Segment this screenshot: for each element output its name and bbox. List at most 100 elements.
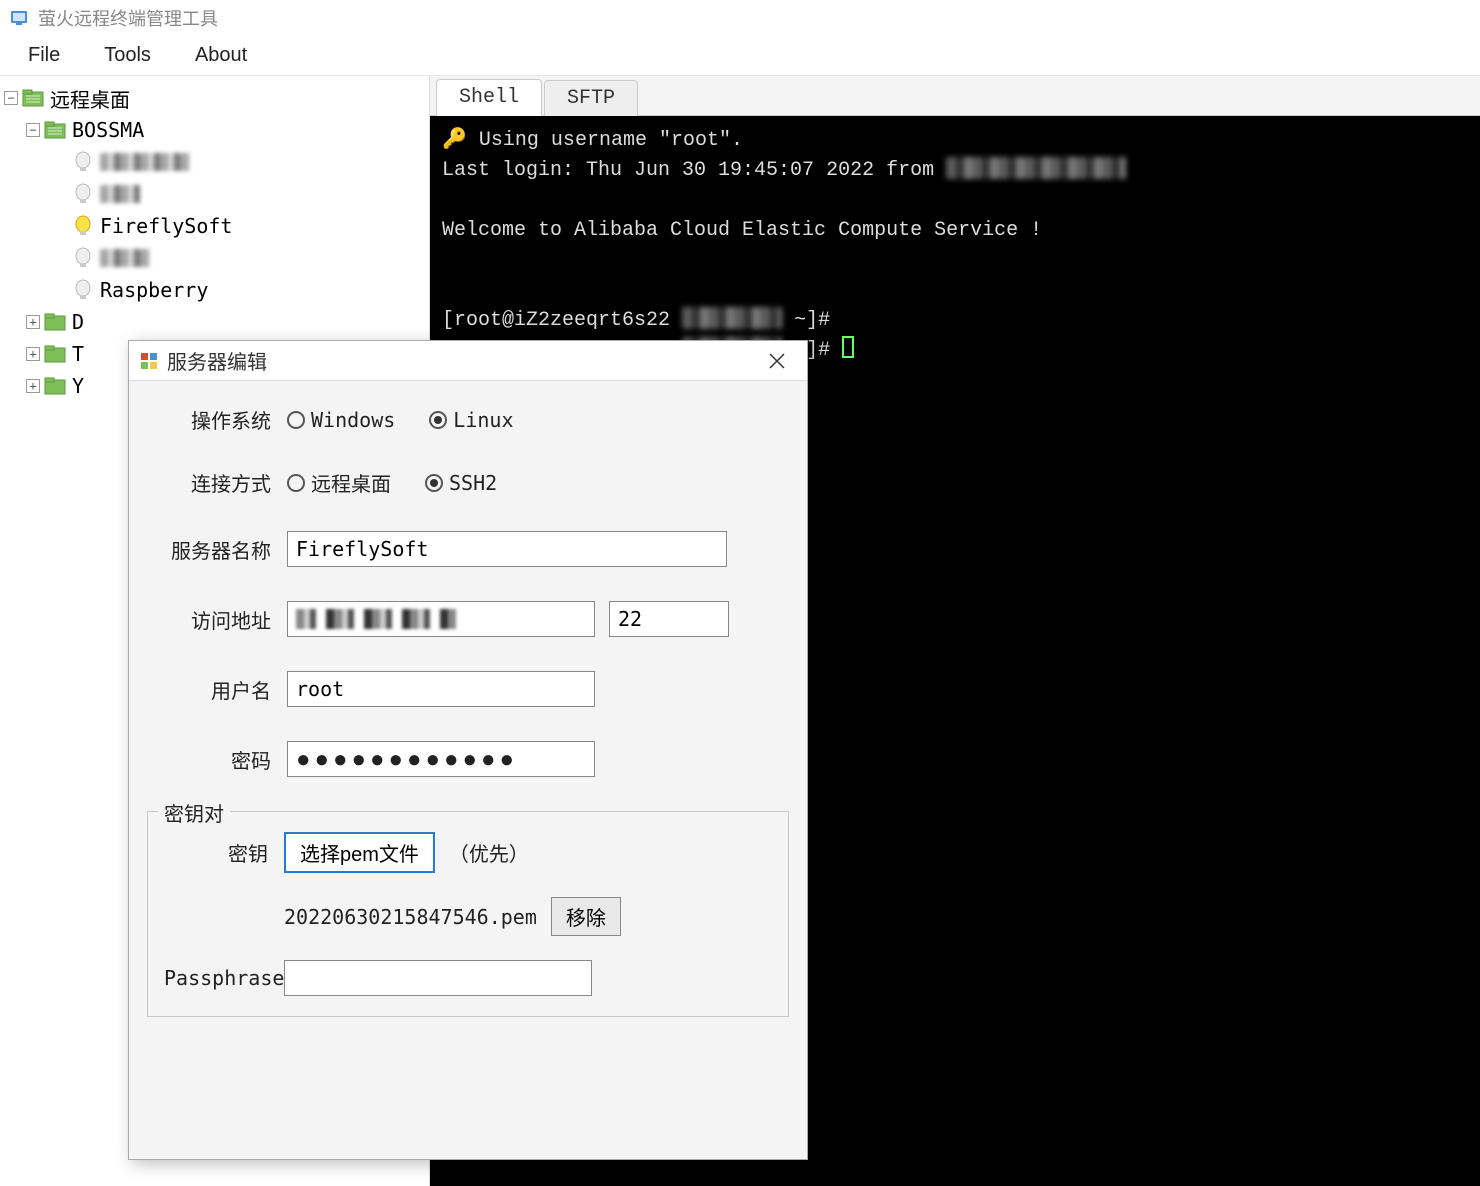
- window-titlebar: 萤火远程终端管理工具: [0, 0, 1480, 36]
- tree-group-label: BOSSMA: [72, 118, 144, 142]
- terminal-line: Using username "root".: [479, 129, 743, 152]
- radio-conn-ssh2[interactable]: SSH2: [425, 471, 497, 495]
- folder-icon: [44, 313, 66, 331]
- redacted-label: [100, 249, 150, 267]
- dialog-titlebar[interactable]: 服务器编辑: [129, 341, 807, 381]
- tab-shell[interactable]: Shell: [436, 79, 542, 116]
- redacted-text: [682, 307, 782, 329]
- expand-icon[interactable]: +: [26, 347, 40, 361]
- server-edit-dialog: 服务器编辑 操作系统 Windows Linux 连接方式: [128, 340, 808, 1160]
- terminal-prompt: [root@iZ2zeeqrt6s22: [442, 309, 670, 332]
- radio-label: Windows: [311, 408, 395, 432]
- tree-item-raspberry[interactable]: Raspberry: [0, 274, 429, 306]
- redacted-text: [946, 157, 1126, 179]
- menu-tools[interactable]: Tools: [82, 38, 173, 73]
- app-icon: [8, 7, 30, 29]
- tree-group-bossma[interactable]: − BOSSMA: [0, 114, 429, 146]
- dialog-body: 操作系统 Windows Linux 连接方式 远程桌面: [129, 381, 807, 1159]
- label-username: 用户名: [147, 675, 287, 704]
- tree-item-label: FireflySoft: [100, 214, 232, 238]
- row-key: 密钥 选择pem文件 （优先）: [164, 832, 772, 873]
- tree-group-d[interactable]: + D: [0, 306, 429, 338]
- terminal-line: Welcome to Alibaba Cloud Elastic Compute…: [442, 219, 1042, 242]
- expand-icon[interactable]: +: [26, 379, 40, 393]
- radio-conn-rdp[interactable]: 远程桌面: [287, 468, 391, 497]
- fieldset-keypair: 密钥对 密钥 选择pem文件 （优先） 20220630215847546.pe…: [147, 811, 789, 1017]
- tree-item-fireflysoft[interactable]: FireflySoft: [0, 210, 429, 242]
- expand-icon[interactable]: +: [26, 315, 40, 329]
- menu-about[interactable]: About: [173, 38, 269, 73]
- tree-root-label: 远程桌面: [50, 84, 130, 113]
- label-os: 操作系统: [147, 405, 287, 434]
- input-address[interactable]: [287, 601, 595, 637]
- row-conn: 连接方式 远程桌面 SSH2: [147, 468, 789, 497]
- password-mask: ●●●●●●●●●●●●: [296, 746, 518, 773]
- menubar: File Tools About: [0, 36, 1480, 76]
- bulb-off-icon: [72, 151, 94, 173]
- button-select-pem[interactable]: 选择pem文件: [284, 832, 435, 873]
- tree-group-label: D: [72, 310, 84, 334]
- row-os: 操作系统 Windows Linux: [147, 405, 789, 434]
- label-address: 访问地址: [147, 605, 287, 634]
- input-port[interactable]: [609, 601, 729, 637]
- dialog-close-button[interactable]: [757, 345, 797, 377]
- bulb-off-icon: [72, 183, 94, 205]
- radio-label: 远程桌面: [311, 468, 391, 497]
- input-passphrase[interactable]: [284, 960, 592, 996]
- row-username: 用户名: [147, 671, 789, 707]
- button-remove-pem[interactable]: 移除: [551, 897, 621, 936]
- tree-item-label: Raspberry: [100, 278, 208, 302]
- terminal-line: Last login: Thu Jun 30 19:45:07 2022 fro…: [442, 159, 946, 182]
- terminal-tabstrip: Shell SFTP: [430, 76, 1480, 116]
- bulb-off-icon: [72, 279, 94, 301]
- row-address: 访问地址: [147, 601, 789, 637]
- folder-icon: [22, 89, 44, 107]
- input-server-name[interactable]: [287, 531, 727, 567]
- label-passphrase: Passphrase: [164, 966, 284, 990]
- redacted-label: [100, 185, 140, 203]
- row-pem-file: 20220630215847546.pem 移除: [164, 897, 772, 936]
- tree-item[interactable]: [0, 242, 429, 274]
- tree-group-label: Y: [72, 374, 84, 398]
- dialog-icon: [139, 351, 159, 371]
- bulb-on-icon: [72, 215, 94, 237]
- redacted-address: [296, 609, 456, 629]
- key-icon: 🔑: [442, 129, 467, 152]
- radio-os-windows[interactable]: Windows: [287, 408, 395, 432]
- radio-icon: [287, 474, 305, 492]
- terminal-prompt-tail: ~]#: [794, 309, 830, 332]
- label-key: 密钥: [164, 838, 284, 867]
- input-password[interactable]: ●●●●●●●●●●●●: [287, 741, 595, 777]
- dialog-title: 服务器编辑: [167, 346, 757, 375]
- label-conn: 连接方式: [147, 468, 287, 497]
- folder-icon: [44, 377, 66, 395]
- radio-checked-icon: [425, 474, 443, 492]
- window-title: 萤火远程终端管理工具: [38, 5, 218, 31]
- radio-os-linux[interactable]: Linux: [429, 408, 513, 432]
- close-icon: [768, 352, 786, 370]
- bulb-off-icon: [72, 247, 94, 269]
- input-username[interactable]: [287, 671, 595, 707]
- tree-item[interactable]: [0, 178, 429, 210]
- label-password: 密码: [147, 745, 287, 774]
- label-server-name: 服务器名称: [147, 535, 287, 564]
- radio-icon: [287, 411, 305, 429]
- row-password: 密码 ●●●●●●●●●●●●: [147, 741, 789, 777]
- redacted-label: [100, 153, 190, 171]
- tree-group-label: T: [72, 342, 84, 366]
- collapse-icon[interactable]: −: [4, 91, 18, 105]
- radio-label: SSH2: [449, 471, 497, 495]
- tab-sftp[interactable]: SFTP: [544, 80, 638, 116]
- menu-file[interactable]: File: [6, 38, 82, 73]
- folder-icon: [44, 121, 66, 139]
- row-server-name: 服务器名称: [147, 531, 789, 567]
- row-passphrase: Passphrase: [164, 960, 772, 996]
- pem-filename: 20220630215847546.pem: [284, 905, 537, 929]
- terminal-cursor: [842, 336, 854, 358]
- folder-icon: [44, 345, 66, 363]
- radio-label: Linux: [453, 408, 513, 432]
- key-priority-note: （优先）: [449, 838, 529, 867]
- collapse-icon[interactable]: −: [26, 123, 40, 137]
- tree-item[interactable]: [0, 146, 429, 178]
- tree-root[interactable]: − 远程桌面: [0, 82, 429, 114]
